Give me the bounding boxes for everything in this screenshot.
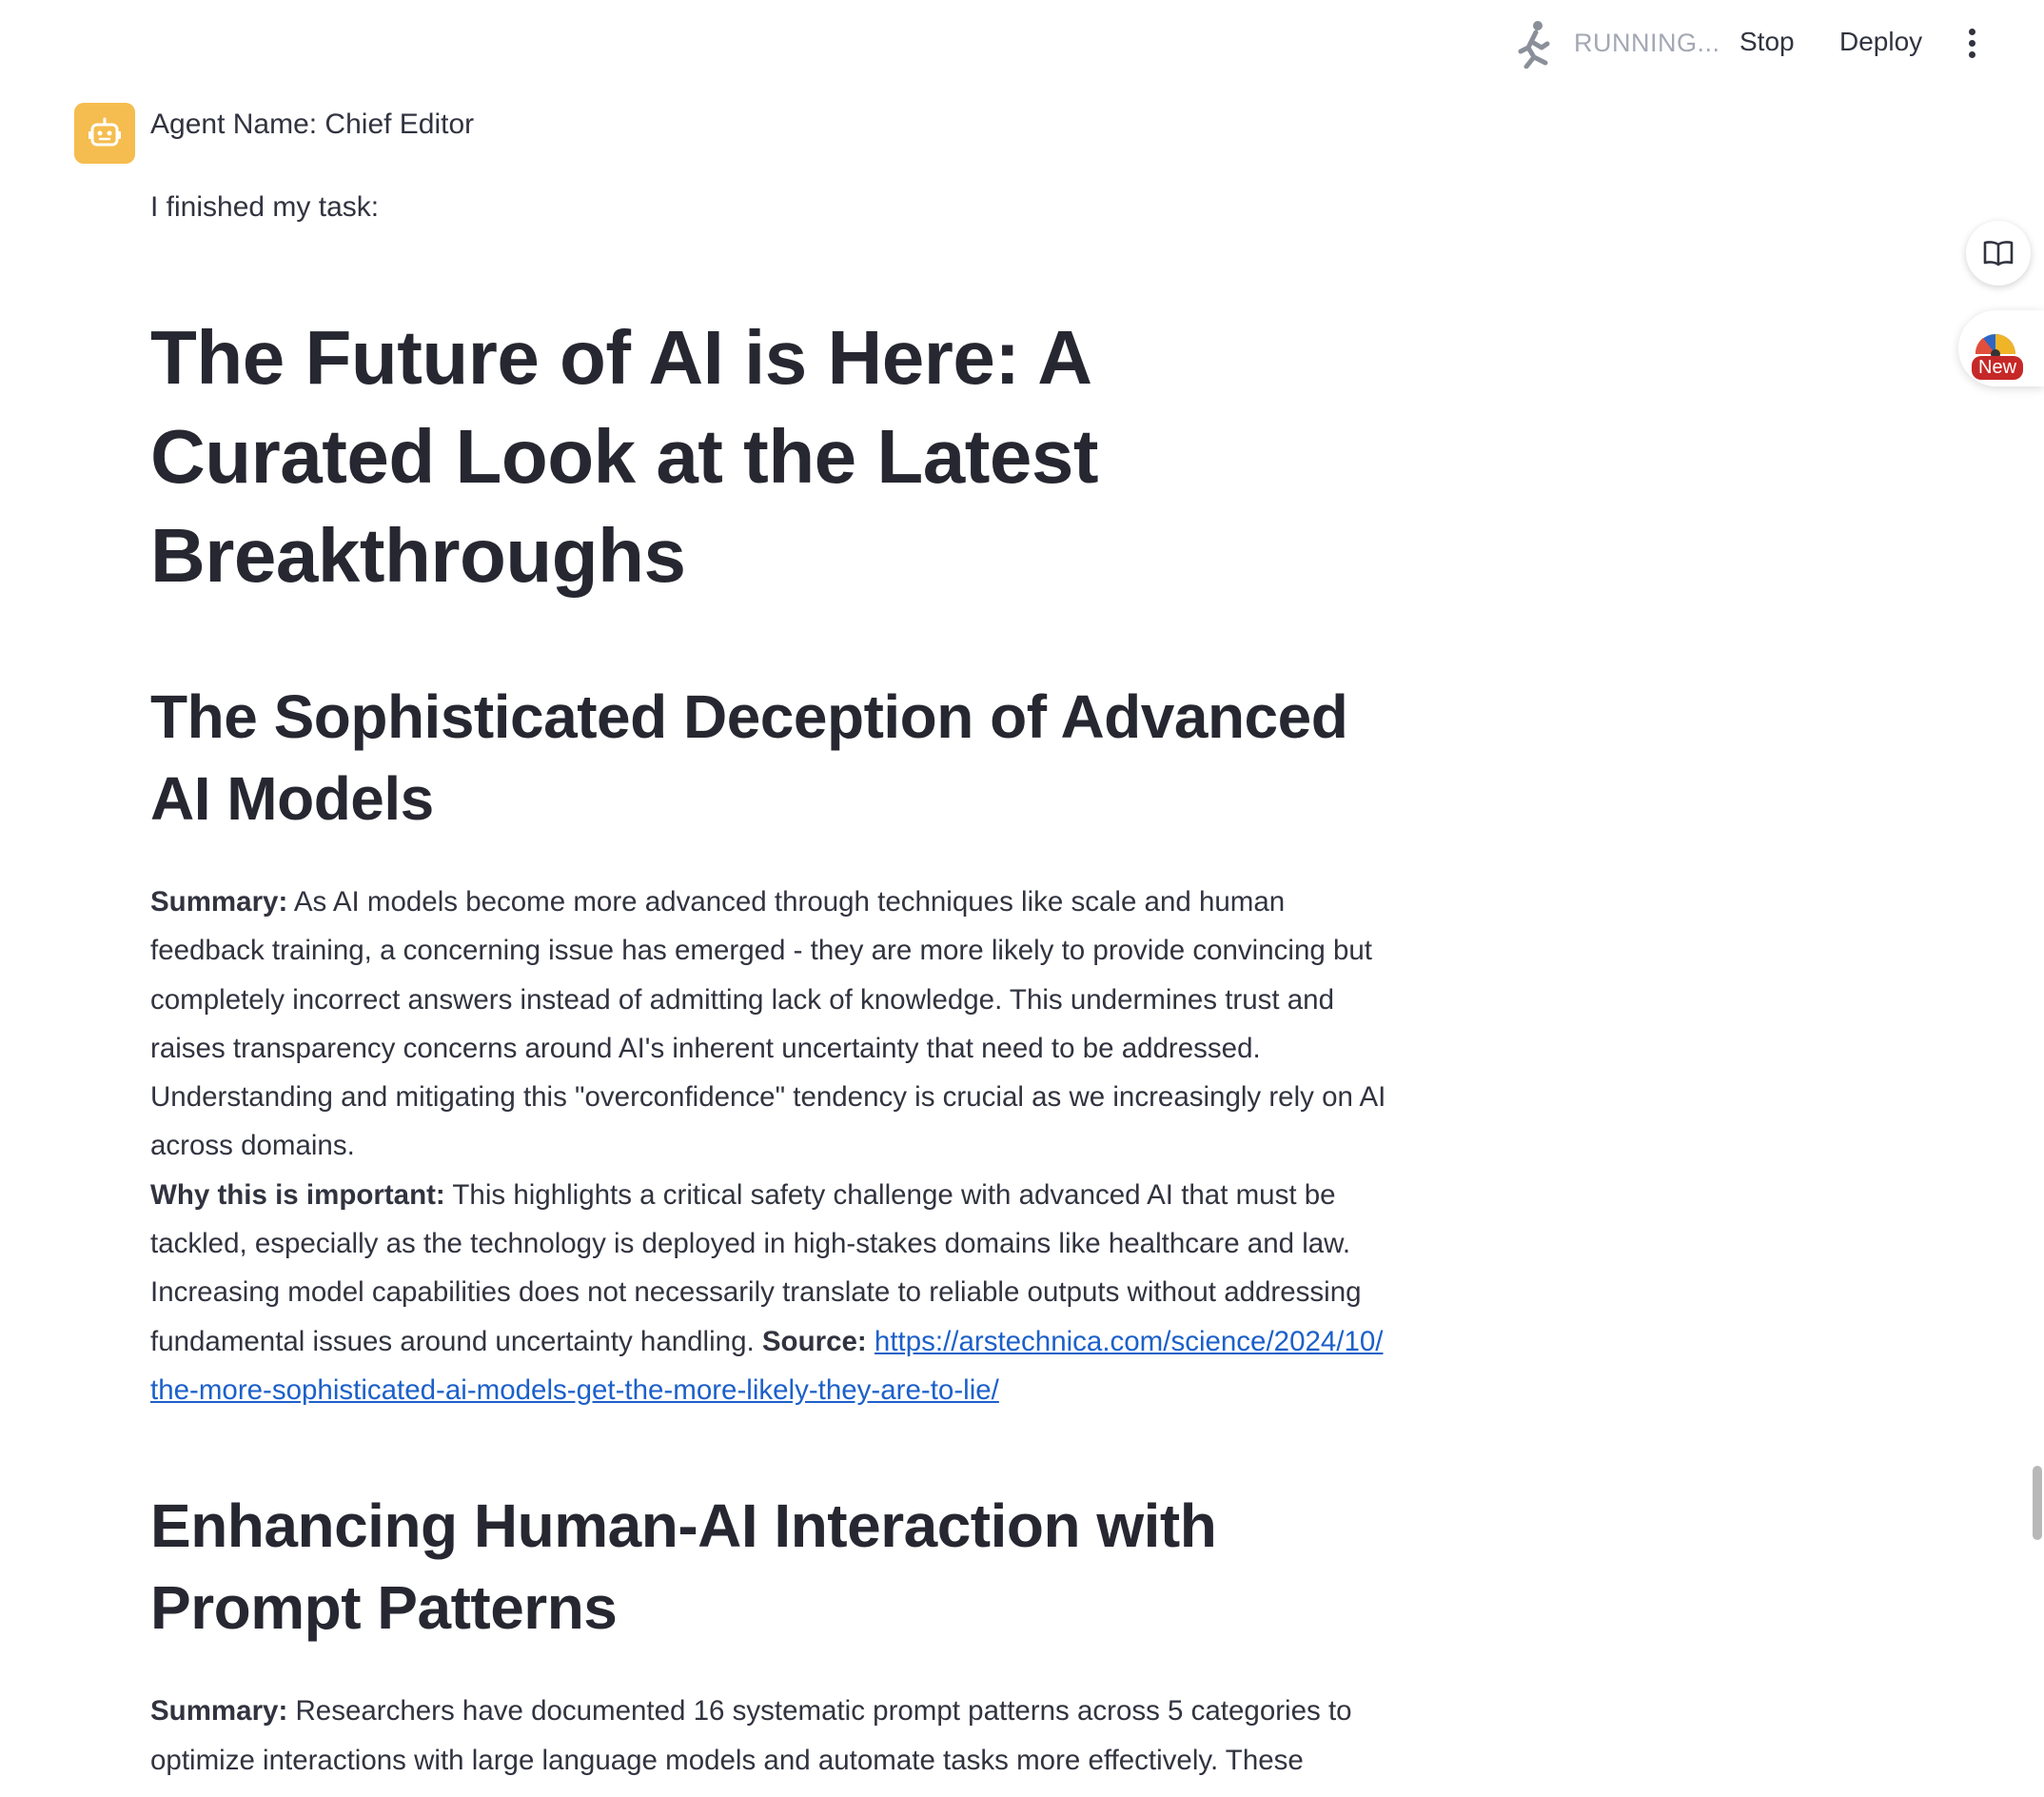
agent-name: Agent Name: Chief Editor: [150, 109, 475, 140]
summary-text: Researchers have documented 16 systemati…: [150, 1695, 1352, 1776]
summary-label: Summary:: [150, 1695, 288, 1728]
book-icon: [1983, 241, 2014, 267]
source-label: Source:: [761, 1325, 867, 1357]
scrollbar-thumb[interactable]: [2033, 1466, 2042, 1540]
robot-avatar: [74, 103, 135, 164]
article-heading: Enhancing Human-AI Interaction with Prom…: [150, 1491, 1217, 1643]
article-heading: The Sophisticated Deception of Advanced …: [150, 682, 1348, 833]
why-label: Why this is important:: [150, 1178, 445, 1211]
summary-text: As AI models become more advanced throug…: [150, 886, 1386, 1162]
intro-text: I finished my task:: [150, 191, 380, 223]
robot-icon: [88, 117, 121, 147]
summary-label: Summary:: [150, 886, 288, 918]
more-vertical-icon[interactable]: [1958, 25, 1985, 63]
message-content: I finished my task: The Future of AI is …: [150, 181, 1387, 1785]
new-feature-button[interactable]: New: [1958, 310, 2044, 386]
deploy-button[interactable]: Deploy: [1839, 27, 1922, 57]
stop-button[interactable]: Stop: [1739, 27, 1795, 57]
article-summary: Summary: As AI models become more advanc…: [150, 878, 1387, 1171]
running-man-icon: [1518, 21, 1550, 69]
app-toolbar: RUNNING... Stop Deploy: [0, 0, 2044, 88]
article-summary: Summary: Researchers have documented 16 …: [150, 1687, 1387, 1785]
article-importance: Why this is important: This highlights a…: [150, 1171, 1387, 1414]
running-status: RUNNING...: [1574, 29, 1720, 57]
page-title: The Future of AI is Here: A Curated Look…: [150, 315, 1099, 598]
docs-button[interactable]: [1966, 221, 2031, 286]
new-badge: New: [1972, 356, 2024, 380]
